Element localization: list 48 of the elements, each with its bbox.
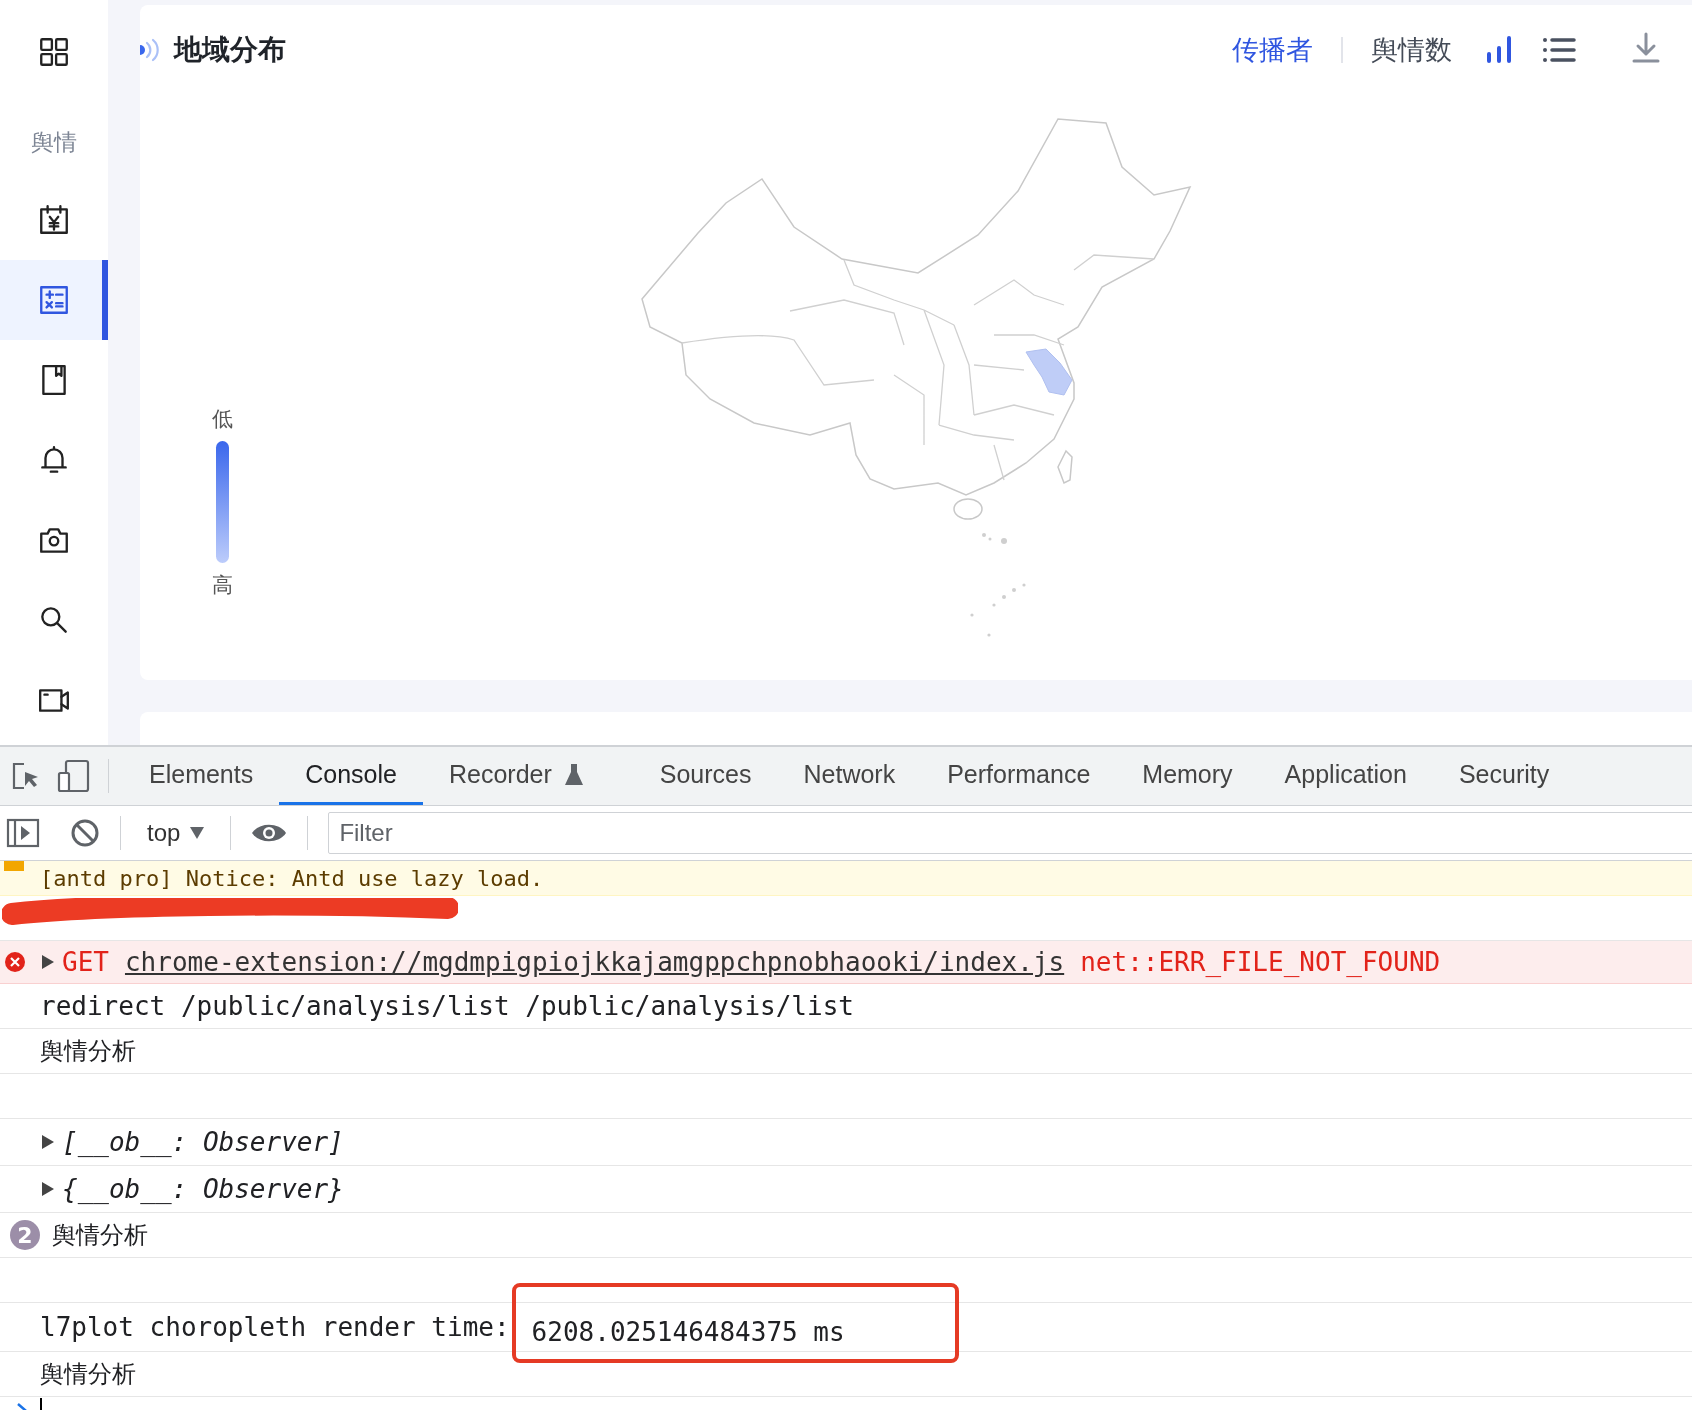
url-link[interactable]: chrome-extension://mgdmpigpiojkkajamgppchpnobhaooki/index.js [124, 947, 1065, 977]
error-icon [4, 951, 26, 973]
highlight-box: 6208.025146484375 ms [511, 1283, 959, 1363]
devtools-tab[interactable]: Sources [633, 747, 778, 805]
device-toolbar-icon[interactable] [56, 759, 90, 793]
console-message: [antd pro] Notice: Antd use lazy load. [40, 865, 544, 891]
console-message: 舆情分析 [40, 1359, 136, 1390]
request-method: GET [62, 947, 109, 977]
filter-field[interactable]: Filter [328, 812, 1692, 854]
legend-label: 高 [212, 572, 233, 599]
devtools-tab[interactable]: Network [777, 747, 922, 805]
expand-arrow-icon[interactable] [42, 1182, 54, 1196]
calculator-icon [37, 283, 71, 317]
devtools-tab[interactable]: Application [1258, 747, 1433, 805]
legend-label: 低 [212, 406, 233, 433]
sidebar-toggle-icon[interactable] [6, 818, 40, 848]
sound-wave-icon [138, 37, 160, 63]
view-mode-button[interactable] [1486, 34, 1512, 66]
devtools-tab[interactable]: Recorder [422, 747, 610, 805]
context-dropdown[interactable]: top [141, 819, 211, 847]
console-message: l7plot choropleth render time: [40, 1312, 510, 1342]
console-object: {__ob__: Observer} [62, 1174, 344, 1204]
console-message: redirect /public/analysis/list /public/analysis/list [40, 991, 854, 1021]
metric-toggle[interactable]: 舆情数 [1367, 32, 1456, 68]
warning-icon [4, 861, 24, 871]
metric-toggle[interactable]: 传播者 [1228, 32, 1317, 68]
console-message: 舆情分析 [52, 1220, 148, 1251]
expand-arrow-icon[interactable] [42, 1135, 54, 1149]
sidebar-section-label: 舆情 [31, 127, 77, 157]
list-icon [1542, 36, 1576, 64]
grid-icon[interactable] [37, 35, 71, 69]
download-icon[interactable] [1632, 32, 1660, 64]
caret-icon [190, 827, 205, 839]
console-message: 舆情分析 [40, 1036, 136, 1067]
console-object: [__ob__: Observer] [62, 1127, 344, 1157]
flask-icon [563, 762, 584, 787]
devtools-tab[interactable]: Memory [1116, 747, 1259, 805]
expand-arrow-icon[interactable] [42, 955, 54, 969]
bar-chart-icon [1486, 34, 1512, 66]
error-message: net::ERR_FILE_NOT_FOUND [1080, 947, 1441, 977]
view-mode-button[interactable] [1542, 36, 1576, 64]
panel-title: 地域分布 [174, 32, 286, 68]
devtools-tab[interactable]: Security [1432, 747, 1576, 805]
devtools-tab[interactable]: Performance [921, 747, 1117, 805]
clear-console-icon[interactable] [70, 818, 100, 848]
devtools-tab[interactable]: Elements [123, 747, 280, 805]
calendar-icon [37, 203, 71, 237]
repeat-count-badge: 2 [10, 1220, 40, 1250]
